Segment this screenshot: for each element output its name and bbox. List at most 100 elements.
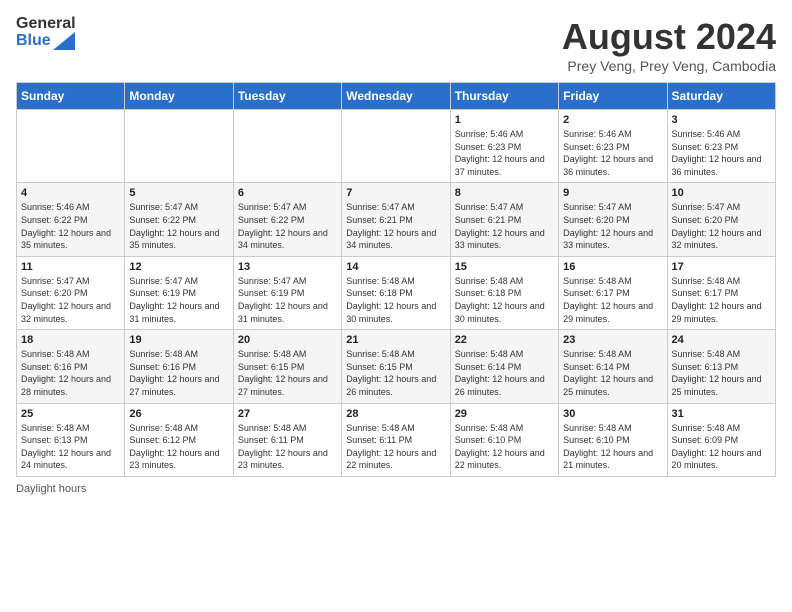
calendar-cell: 1Sunrise: 5:46 AMSunset: 6:23 PMDaylight…	[450, 110, 558, 183]
cell-day-number: 25	[21, 408, 120, 420]
cell-info-text: Sunrise: 5:48 AMSunset: 6:10 PMDaylight:…	[563, 422, 662, 472]
cell-info-text: Sunrise: 5:48 AMSunset: 6:15 PMDaylight:…	[238, 348, 337, 398]
cell-info-text: Sunrise: 5:48 AMSunset: 6:14 PMDaylight:…	[455, 348, 554, 398]
header: General Blue August 2024 Prey Veng, Prey…	[16, 16, 776, 74]
cell-info-text: Sunrise: 5:46 AMSunset: 6:23 PMDaylight:…	[672, 128, 771, 178]
calendar-cell: 23Sunrise: 5:48 AMSunset: 6:14 PMDayligh…	[559, 330, 667, 403]
calendar-cell	[233, 110, 341, 183]
calendar-cell: 14 Sunrise: 5:48 AMSunset: 6:18 PMDayligh…	[342, 256, 450, 329]
cell-info-text: Sunrise: 5:48 AMSunset: 6:11 PMDaylight:…	[346, 422, 445, 472]
calendar-cell: 22 Sunrise: 5:48 AMSunset: 6:14 PMDayligh…	[450, 330, 558, 403]
cell-day-number: 31	[672, 408, 771, 420]
calendar-cell: 21 Sunrise: 5:48 AMSunset: 6:15 PMDayligh…	[342, 330, 450, 403]
day-header-monday: Monday	[125, 83, 233, 110]
cell-day-number: 4	[21, 187, 120, 199]
cell-info-text: Sunrise: 5:47 AMSunset: 6:19 PMDaylight:…	[129, 275, 228, 325]
logo-triangle-icon	[53, 32, 75, 50]
main-title: August 2024	[562, 16, 776, 58]
day-header-tuesday: Tuesday	[233, 83, 341, 110]
logo-general: General	[16, 16, 76, 32]
cell-info-text: Sunrise: 5:48 AMSunset: 6:17 PMDaylight:…	[672, 275, 771, 325]
calendar-cell: 26 Sunrise: 5:48 AMSunset: 6:12 PMDayligh…	[125, 403, 233, 476]
cell-day-number: 29	[455, 408, 554, 420]
cell-info-text: Sunrise: 5:48 AMSunset: 6:12 PMDaylight:…	[129, 422, 228, 472]
subtitle: Prey Veng, Prey Veng, Cambodia	[562, 58, 776, 74]
calendar-cell	[342, 110, 450, 183]
calendar-week-3: 11Sunrise: 5:47 AMSunset: 6:20 PMDayligh…	[17, 256, 776, 329]
calendar-cell: 28 Sunrise: 5:48 AMSunset: 6:11 PMDayligh…	[342, 403, 450, 476]
cell-info-text: Sunrise: 5:48 AMSunset: 6:13 PMDaylight:…	[21, 422, 120, 472]
logo-blue: Blue	[16, 33, 51, 49]
cell-info-text: Sunrise: 5:48 AMSunset: 6:16 PMDaylight:…	[21, 348, 120, 398]
cell-day-number: 16	[563, 261, 662, 273]
cell-day-number: 9	[563, 187, 662, 199]
cell-day-number: 28	[346, 408, 445, 420]
cell-day-number: 17	[672, 261, 771, 273]
title-section: August 2024 Prey Veng, Prey Veng, Cambod…	[562, 16, 776, 74]
cell-day-number: 8	[455, 187, 554, 199]
calendar-cell: 31 Sunrise: 5:48 AMSunset: 6:09 PMDayligh…	[667, 403, 775, 476]
cell-info-text: Sunrise: 5:47 AMSunset: 6:21 PMDaylight:…	[455, 201, 554, 251]
calendar-cell: 25 Sunrise: 5:48 AMSunset: 6:13 PMDayligh…	[17, 403, 125, 476]
calendar-week-4: 18 Sunrise: 5:48 AMSunset: 6:16 PMDayligh…	[17, 330, 776, 403]
calendar-cell	[125, 110, 233, 183]
cell-day-number: 18	[21, 334, 120, 346]
calendar-cell: 5 Sunrise: 5:47 AMSunset: 6:22 PMDaylight…	[125, 183, 233, 256]
calendar-cell: 9Sunrise: 5:47 AMSunset: 6:20 PMDaylight…	[559, 183, 667, 256]
calendar-header: SundayMondayTuesdayWednesdayThursdayFrid…	[17, 83, 776, 110]
cell-info-text: Sunrise: 5:47 AMSunset: 6:20 PMDaylight:…	[672, 201, 771, 251]
cell-day-number: 22	[455, 334, 554, 346]
calendar-cell: 29 Sunrise: 5:48 AMSunset: 6:10 PMDayligh…	[450, 403, 558, 476]
cell-info-text: Sunrise: 5:48 AMSunset: 6:17 PMDaylight:…	[563, 275, 662, 325]
cell-info-text: Sunrise: 5:48 AMSunset: 6:11 PMDaylight:…	[238, 422, 337, 472]
calendar-cell: 16 Sunrise: 5:48 AMSunset: 6:17 PMDayligh…	[559, 256, 667, 329]
cell-info-text: Sunrise: 5:48 AMSunset: 6:18 PMDaylight:…	[455, 275, 554, 325]
calendar-cell: 2 Sunrise: 5:46 AMSunset: 6:23 PMDaylight…	[559, 110, 667, 183]
calendar-cell: 12 Sunrise: 5:47 AMSunset: 6:19 PMDayligh…	[125, 256, 233, 329]
cell-day-number: 20	[238, 334, 337, 346]
calendar-cell: 20 Sunrise: 5:48 AMSunset: 6:15 PMDayligh…	[233, 330, 341, 403]
calendar-cell: 10 Sunrise: 5:47 AMSunset: 6:20 PMDayligh…	[667, 183, 775, 256]
logo: General Blue	[16, 16, 76, 50]
cell-day-number: 6	[238, 187, 337, 199]
calendar-cell: 18 Sunrise: 5:48 AMSunset: 6:16 PMDayligh…	[17, 330, 125, 403]
cell-day-number: 26	[129, 408, 228, 420]
cell-day-number: 5	[129, 187, 228, 199]
cell-info-text: Sunrise: 5:48 AMSunset: 6:14 PMDaylight:…	[563, 348, 662, 398]
cell-info-text: Sunrise: 5:47 AMSunset: 6:19 PMDaylight:…	[238, 275, 337, 325]
day-header-wednesday: Wednesday	[342, 83, 450, 110]
calendar-cell: 3 Sunrise: 5:46 AMSunset: 6:23 PMDaylight…	[667, 110, 775, 183]
calendar-cell: 15 Sunrise: 5:48 AMSunset: 6:18 PMDayligh…	[450, 256, 558, 329]
cell-info-text: Sunrise: 5:47 AMSunset: 6:22 PMDaylight:…	[238, 201, 337, 251]
cell-info-text: Sunrise: 5:48 AMSunset: 6:18 PMDaylight:…	[346, 275, 445, 325]
cell-info-text: Sunrise: 5:46 AMSunset: 6:23 PMDaylight:…	[563, 128, 662, 178]
calendar-cell: 6 Sunrise: 5:47 AMSunset: 6:22 PMDaylight…	[233, 183, 341, 256]
cell-day-number: 21	[346, 334, 445, 346]
cell-day-number: 27	[238, 408, 337, 420]
calendar-week-1: 1 Sunrise: 5:46 AMSunset: 6:23 PMDaylight…	[17, 110, 776, 183]
cell-day-number: 2	[563, 114, 662, 126]
footer-note: Daylight hours	[16, 483, 776, 495]
cell-day-number: 12	[129, 261, 228, 273]
calendar-table: SundayMondayTuesdayWednesdayThursdayFrid…	[16, 82, 776, 477]
cell-info-text: Sunrise: 5:48 AMSunset: 6:15 PMDaylight:…	[346, 348, 445, 398]
cell-info-text: Sunrise: 5:48 AMSunset: 6:10 PMDaylight:…	[455, 422, 554, 472]
day-header-saturday: Saturday	[667, 83, 775, 110]
cell-day-number: 3	[672, 114, 771, 126]
cell-day-number: 14	[346, 261, 445, 273]
calendar-cell: 8 Sunrise: 5:47 AMSunset: 6:21 PMDaylight…	[450, 183, 558, 256]
cell-info-text: Sunrise: 5:47 AMSunset: 6:22 PMDaylight:…	[129, 201, 228, 251]
cell-day-number: 1	[455, 114, 554, 126]
calendar-week-5: 25 Sunrise: 5:48 AMSunset: 6:13 PMDayligh…	[17, 403, 776, 476]
calendar-cell	[17, 110, 125, 183]
cell-info-text: Sunrise: 5:47 AMSunset: 6:20 PMDaylight:…	[21, 275, 120, 325]
cell-info-text: Sunrise: 5:46 AMSunset: 6:22 PMDaylight:…	[21, 201, 120, 251]
calendar-cell: 11Sunrise: 5:47 AMSunset: 6:20 PMDayligh…	[17, 256, 125, 329]
cell-day-number: 10	[672, 187, 771, 199]
cell-day-number: 15	[455, 261, 554, 273]
calendar-cell: 13Sunrise: 5:47 AMSunset: 6:19 PMDayligh…	[233, 256, 341, 329]
cell-day-number: 7	[346, 187, 445, 199]
calendar-cell: 19Sunrise: 5:48 AMSunset: 6:16 PMDayligh…	[125, 330, 233, 403]
cell-info-text: Sunrise: 5:48 AMSunset: 6:09 PMDaylight:…	[672, 422, 771, 472]
day-header-friday: Friday	[559, 83, 667, 110]
